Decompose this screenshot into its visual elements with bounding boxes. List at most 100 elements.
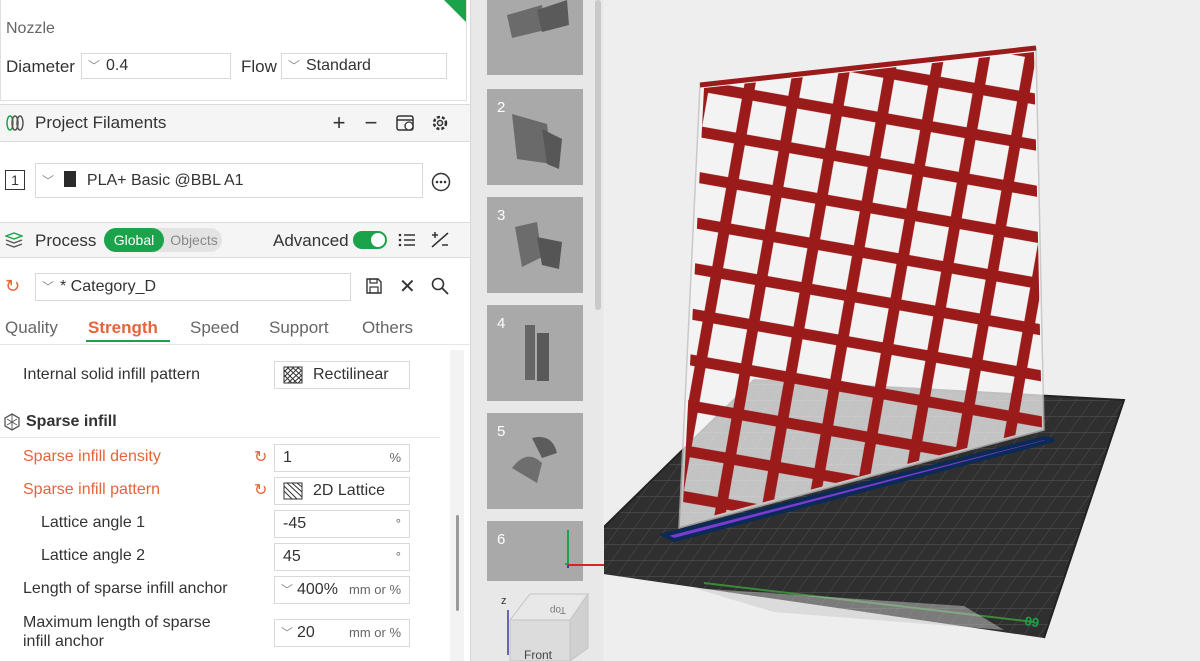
toggle-knob [371, 233, 385, 247]
global-toggle-option[interactable]: Global [104, 228, 164, 252]
max-anchor-combo[interactable]: ﹀ 20 mm or % [274, 619, 410, 647]
active-tab-underline [86, 340, 170, 342]
sparse-pattern-select[interactable]: 2D Lattice [274, 477, 410, 505]
max-anchor-label-line-1: Maximum length of sparse [23, 614, 211, 631]
tab-speed[interactable]: Speed [190, 318, 239, 338]
degree-unit: ° [395, 549, 401, 564]
filament-color-swatch [64, 171, 77, 187]
sparse-density-label: Sparse infill density [23, 448, 161, 465]
sparse-infill-icon [4, 413, 20, 431]
sparse-pattern-value: 2D Lattice [313, 482, 386, 499]
degree-unit: ° [395, 516, 401, 531]
anchor-length-combo[interactable]: ﹀ 400% mm or % [274, 576, 410, 604]
plate-number-label: 09 [1023, 613, 1040, 630]
cube-front-text: Front [524, 648, 553, 661]
plate-preview-icon [512, 114, 562, 169]
chevron-down-icon: ﹀ [281, 583, 294, 597]
save-preset-icon[interactable] [366, 278, 382, 294]
lattice-angle-2-value: 45 [283, 548, 301, 565]
filaments-header: Project Filaments + − [0, 105, 470, 141]
scope-toggle[interactable]: Global Objects [104, 228, 222, 252]
anchor-length-label: Length of sparse infill anchor [23, 580, 228, 597]
diameter-label: Diameter [6, 57, 75, 76]
sparse-infill-title: Sparse infill [26, 413, 117, 430]
filament-slot-index: 1 [5, 170, 25, 190]
layers-icon [5, 232, 23, 248]
sync-filament-icon[interactable] [395, 113, 417, 133]
advanced-label: Advanced [273, 231, 349, 250]
3d-viewport[interactable]: 09 [604, 0, 1200, 661]
filament-spool-icon [6, 115, 24, 131]
max-anchor-unit: mm or % [349, 625, 401, 640]
anchor-unit: mm or % [349, 582, 401, 597]
flow-label: Flow [241, 57, 277, 76]
filaments-title: Project Filaments [35, 113, 167, 132]
search-icon[interactable] [431, 277, 449, 295]
chevron-down-icon: ﹀ [88, 59, 101, 73]
tab-strength[interactable]: Strength [88, 318, 158, 338]
reset-preset-icon[interactable]: ↻ [5, 276, 20, 297]
advanced-toggle[interactable] [353, 231, 387, 249]
gear-icon[interactable] [430, 113, 450, 133]
chevron-down-icon: ﹀ [288, 59, 301, 73]
anchor-length-value: 400% [297, 581, 338, 598]
plate-thumbnail[interactable] [487, 0, 583, 75]
reset-pattern-icon[interactable]: ↻ [254, 480, 267, 500]
percent-unit: % [389, 450, 401, 465]
scene-canvas: 09 [604, 45, 1126, 639]
tab-others[interactable]: Others [362, 318, 413, 338]
lattice-pattern-icon [283, 482, 303, 500]
plate-number: 6 [497, 531, 506, 548]
plate-preview-icon [507, 0, 569, 38]
nozzle-title: Nozzle [6, 20, 55, 37]
diameter-select[interactable]: ﹀ 0.4 [81, 53, 231, 79]
chevron-down-icon: ﹀ [281, 626, 294, 640]
filament-name: PLA+ Basic @BBL A1 [86, 172, 244, 189]
settings-scrollbar-thumb[interactable] [456, 515, 459, 611]
lattice-angle-1-input[interactable]: -45 ° [274, 510, 410, 538]
chevron-down-icon: ﹀ [42, 280, 55, 294]
cube-top-text: Top [549, 604, 566, 615]
reset-density-icon[interactable]: ↻ [254, 447, 267, 467]
chevron-down-icon: ﹀ [42, 174, 55, 188]
settings-panel: Nozzle Diameter ﹀ 0.4 Flow ﹀ Standard Proj… [0, 0, 471, 661]
list-icon[interactable] [398, 232, 416, 248]
plate-thumbnail[interactable]: 5 [487, 413, 583, 509]
origin-axes [567, 530, 604, 568]
more-options-icon[interactable] [431, 172, 451, 192]
tab-quality[interactable]: Quality [5, 318, 58, 338]
filament-select[interactable]: ﹀ PLA+ Basic @BBL A1 [35, 163, 423, 198]
diameter-value: 0.4 [106, 57, 129, 74]
preset-name: * Category_D [60, 278, 157, 295]
close-icon[interactable]: ✕ [399, 274, 416, 299]
internal-pattern-label: Internal solid infill pattern [23, 366, 200, 383]
internal-pattern-select[interactable]: Rectilinear [274, 361, 410, 389]
lattice-angle-2-label: Lattice angle 2 [41, 547, 146, 564]
plate-preview-icon [525, 325, 549, 381]
flow-value: Standard [306, 57, 371, 74]
objects-toggle-option[interactable]: Objects [166, 228, 222, 252]
sparse-density-input[interactable]: 1 % [274, 444, 410, 472]
add-filament-button[interactable]: + [328, 110, 350, 135]
process-title: Process [35, 231, 97, 250]
selected-corner-icon [444, 0, 466, 22]
compare-icon[interactable] [430, 231, 450, 249]
plate-preview-icon [515, 222, 562, 269]
preset-select[interactable]: ﹀ * Category_D [35, 273, 351, 301]
process-header: Process Global Objects Advanced [0, 223, 470, 257]
plate-thumbnail[interactable]: 2 [487, 89, 583, 185]
thumbnail-scrollbar[interactable] [595, 0, 601, 310]
tab-support[interactable]: Support [269, 318, 329, 338]
remove-filament-button[interactable]: − [360, 110, 382, 135]
max-anchor-label-line-2: infill anchor [23, 633, 104, 650]
rectilinear-pattern-icon [283, 366, 303, 384]
plate-thumbnail[interactable]: 3 [487, 197, 583, 293]
plate-preview-icon [512, 437, 557, 483]
nozzle-section: Nozzle Diameter ﹀ 0.4 Flow ﹀ Standard [0, 0, 467, 101]
plate-thumbnail[interactable]: 4 [487, 305, 583, 401]
settings-scrollbar-track[interactable] [450, 350, 464, 661]
flow-select[interactable]: ﹀ Standard [281, 53, 447, 79]
max-anchor-value: 20 [297, 624, 315, 641]
lattice-angle-2-input[interactable]: 45 ° [274, 543, 410, 571]
axis-and-view-cube[interactable]: z Top Front [490, 560, 605, 661]
